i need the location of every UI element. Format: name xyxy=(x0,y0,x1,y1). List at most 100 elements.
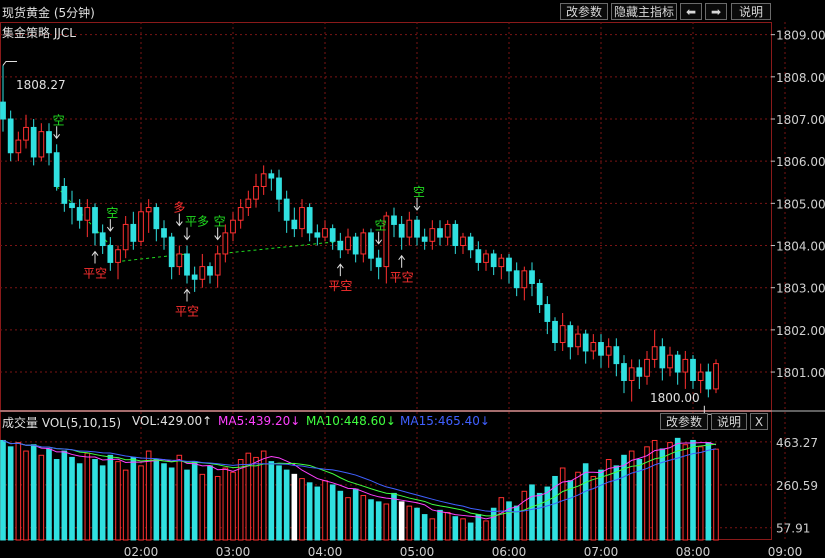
signal-label-green: 平多 xyxy=(185,215,209,229)
edit-params-button[interactable]: 改参数 xyxy=(560,3,608,20)
candle-body xyxy=(406,219,413,238)
candle-body xyxy=(283,198,290,221)
volume-bar xyxy=(352,488,359,541)
candle-body xyxy=(582,333,589,352)
volume-bar xyxy=(145,450,152,541)
candle-body xyxy=(329,228,336,242)
candle-body xyxy=(529,270,535,284)
time-tick-label: 08:00 xyxy=(676,545,711,558)
candle-body xyxy=(513,270,520,289)
volume-bar xyxy=(506,501,512,541)
candle-body xyxy=(697,371,704,381)
volume-bar xyxy=(69,456,75,541)
time-tick-label: 05:00 xyxy=(400,545,435,558)
volume-bar xyxy=(184,469,190,541)
chart-svg: 空空平多空空空多平空平空平空平空 1809.001808.001807.0018… xyxy=(0,22,825,558)
candle-body xyxy=(15,139,22,154)
candle-body xyxy=(498,257,505,268)
volume-bar xyxy=(168,467,175,541)
volume-bar xyxy=(153,459,160,541)
volume-bar xyxy=(598,469,604,541)
signal-label-red: 平空 xyxy=(175,304,199,318)
volume-help-button[interactable]: 说明 xyxy=(711,413,747,430)
candle-body xyxy=(368,232,374,259)
candle-body xyxy=(84,207,91,221)
candle-body xyxy=(69,202,75,209)
volume-bar xyxy=(314,486,321,541)
volume-tick-label: 463.27 xyxy=(776,436,818,450)
candle-body xyxy=(138,211,144,242)
volume-bar xyxy=(237,459,244,541)
close-icon[interactable]: X xyxy=(750,413,768,430)
volume-bar xyxy=(322,480,328,541)
candle-body xyxy=(375,257,382,268)
volume-bar xyxy=(705,442,712,541)
volume-bar xyxy=(429,518,436,541)
ma5-value: MA5:439.20↓ xyxy=(218,414,301,428)
volume-bar xyxy=(613,465,620,541)
volume-bar xyxy=(697,446,704,541)
volume-bar xyxy=(452,516,459,541)
volume-bar xyxy=(375,501,382,541)
candle-body xyxy=(207,266,213,276)
volume-bar xyxy=(30,444,37,541)
volume-bar xyxy=(368,499,374,541)
candle-body xyxy=(337,240,344,251)
volume-bar xyxy=(383,503,390,541)
candle-body xyxy=(38,131,45,158)
hide-main-indicator-button[interactable]: 隐藏主指标 xyxy=(611,3,677,20)
volume-bar xyxy=(460,518,466,541)
volume-bar xyxy=(590,475,597,541)
volume-bar xyxy=(398,501,405,541)
candle-body xyxy=(483,253,489,263)
price-tick-label: 1802.00 xyxy=(776,324,825,338)
volume-bar xyxy=(222,467,229,541)
time-tick-label: 07:00 xyxy=(584,545,619,558)
candle-body xyxy=(398,223,405,238)
vol-value: VOL:429.00↑ xyxy=(132,414,213,428)
candle-body xyxy=(575,333,581,348)
candle-body xyxy=(345,236,351,251)
volume-bar xyxy=(7,446,14,541)
price-tick-label: 1809.00 xyxy=(776,29,825,43)
volume-bar xyxy=(475,514,482,541)
candle-body xyxy=(659,346,666,369)
volume-bar xyxy=(421,514,428,541)
time-axis: 02:00 03:00 04:00 05:00 06:00 07:00 08:00 09:00… xyxy=(124,545,803,558)
help-button[interactable]: 说明 xyxy=(731,3,771,20)
candle-body xyxy=(544,304,551,322)
candle-body xyxy=(306,207,313,234)
volume-bar xyxy=(0,439,6,541)
candle-body xyxy=(92,207,98,234)
volume-bar xyxy=(667,442,673,541)
candle-body xyxy=(61,185,68,204)
candle-body xyxy=(682,358,689,373)
volume-bar xyxy=(674,437,681,541)
candle-body xyxy=(628,367,635,381)
candle-body xyxy=(314,232,321,238)
volume-bar xyxy=(15,442,22,541)
candle-body xyxy=(452,223,459,247)
candle-body xyxy=(214,253,221,276)
price-tick-label: 1801.00 xyxy=(776,366,825,380)
price-tick-label: 1804.00 xyxy=(776,240,825,254)
candle-body xyxy=(268,173,275,179)
volume-bar xyxy=(214,475,221,541)
ma15-value: MA15:465.40↓ xyxy=(400,414,490,428)
time-tick-label: 06:00 xyxy=(492,545,527,558)
volume-bar xyxy=(84,452,91,541)
volume-bar xyxy=(498,497,505,541)
arrow-left-icon[interactable]: ⬅ xyxy=(680,3,702,20)
volume-bar xyxy=(23,450,29,541)
candle-body xyxy=(636,367,643,377)
volume-bar xyxy=(644,446,650,541)
volume-edit-params-button[interactable]: 改参数 xyxy=(660,413,708,430)
candle-body xyxy=(145,207,152,213)
candle-body xyxy=(46,131,52,154)
arrow-right-icon[interactable]: ➡ xyxy=(705,3,727,20)
volume-bar xyxy=(299,478,305,541)
volume-bar xyxy=(276,465,282,541)
volume-bar xyxy=(575,471,581,541)
trend-line xyxy=(110,253,188,263)
signal-arrow xyxy=(106,219,114,232)
